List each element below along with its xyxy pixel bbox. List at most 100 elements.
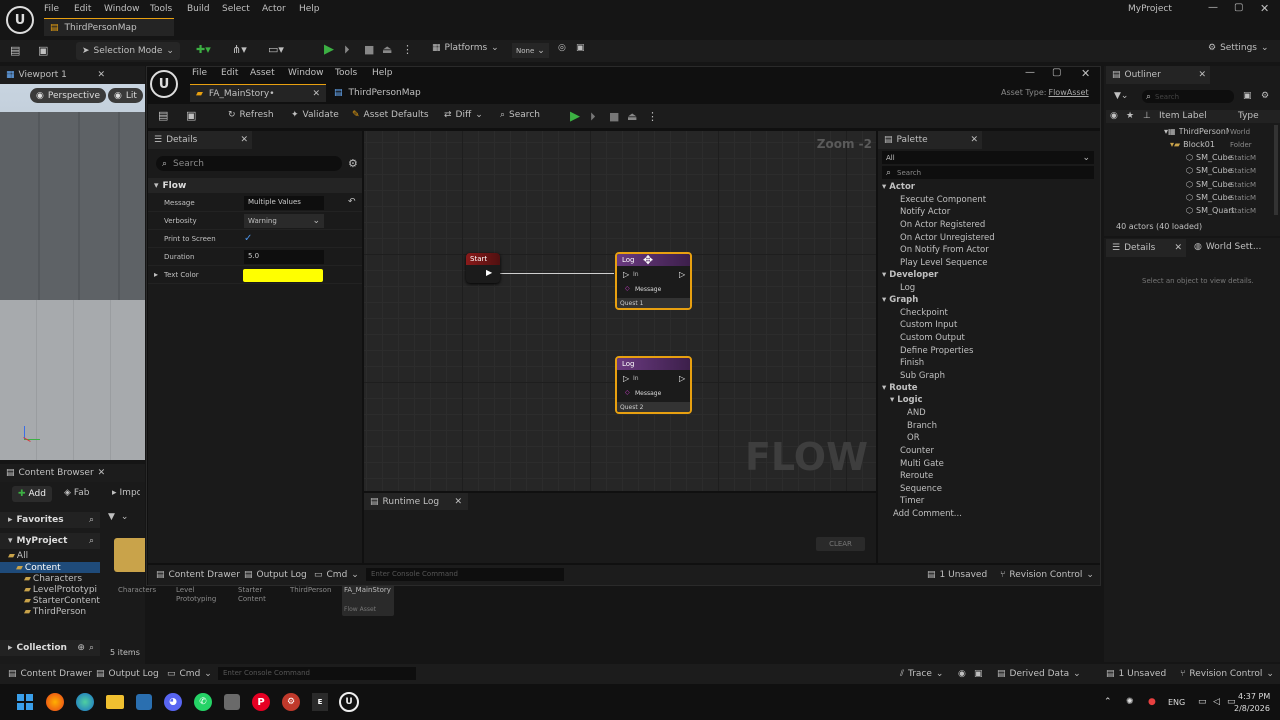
flow-menu-tools[interactable]: Tools [335, 68, 357, 78]
duration-field[interactable]: 5.0 [244, 250, 324, 264]
log-node-1[interactable]: Log ▷ In ▷ ◇ Message Quest 1 [615, 252, 692, 310]
palette-group-developer[interactable]: ▾ Developer [882, 270, 938, 280]
outliner-row[interactable]: ▾▦ ThirdPersonM World [1164, 127, 1272, 136]
graph-canvas[interactable]: Zoom -2 FLOW Start ▶ Log ▷ In ▷ ◇ Messag… [364, 131, 876, 491]
none-dropdown[interactable]: None ⌄ [512, 43, 549, 58]
asset-characters[interactable]: Characters [118, 586, 156, 594]
browse-icon[interactable]: ▣ [38, 44, 48, 57]
flow-output-log-button[interactable]: ▤ Output Log [244, 570, 307, 580]
display-icon[interactable]: ▭ [1198, 697, 1207, 707]
source-control-icon[interactable]: ◎ [558, 43, 566, 53]
exec-out-pin-icon[interactable]: ▷ [679, 270, 685, 279]
app-icon[interactable] [136, 694, 152, 710]
outliner-row[interactable]: ⬡ SM_Quart StaticM [1186, 206, 1272, 215]
edge-icon[interactable] [76, 693, 94, 711]
lit-button[interactable]: ◉ Lit [108, 88, 143, 103]
palette-filter-dropdown[interactable]: All ⌄ [882, 151, 1094, 164]
language-indicator[interactable]: ENG [1168, 698, 1185, 707]
play-icon[interactable]: ▶ [324, 42, 334, 57]
pin-icon[interactable]: ⊥ [1143, 111, 1151, 121]
palette-item[interactable]: Finish [900, 358, 924, 368]
close-icon[interactable]: ✕ [970, 135, 978, 145]
palette-item[interactable]: OR [907, 433, 920, 443]
favorite-icon[interactable]: ★ [1126, 111, 1134, 121]
palette-item[interactable]: Play Level Sequence [900, 258, 988, 268]
outliner-search-input[interactable]: ⌕ Search [1142, 90, 1234, 103]
settings-app-icon[interactable]: ⚙ [282, 693, 300, 711]
asset-type-value[interactable]: FlowAsset [1048, 88, 1088, 97]
flow-console-input[interactable]: Enter Console Command [366, 568, 564, 581]
close-icon[interactable]: ✕ [1260, 2, 1269, 15]
palette-search-input[interactable]: ⌕ Search [882, 166, 1094, 179]
collection-header[interactable]: ▸ Collection ⊕ ⌕ [0, 640, 100, 656]
console-input[interactable]: Enter Console Command [218, 667, 416, 680]
palette-item[interactable]: Counter [900, 446, 934, 456]
tree-item-characters[interactable]: ▰ Characters [24, 574, 82, 584]
unreal-logo-icon[interactable]: U [6, 6, 34, 34]
menu-help[interactable]: Help [299, 4, 320, 14]
palette-group-graph[interactable]: ▾ Graph [882, 295, 918, 305]
palette-item[interactable]: AND [907, 408, 926, 418]
derived-data-button[interactable]: ▤ Derived Data ⌄ [997, 669, 1081, 679]
add-actor-icon[interactable]: ✚▾ [196, 43, 211, 56]
unreal-logo-icon[interactable]: U [150, 70, 178, 98]
palette-tab[interactable]: ▤ Palette ✕ [878, 131, 982, 149]
runtime-log-tab[interactable]: ▤ Runtime Log ✕ [364, 493, 468, 510]
flow-menu-asset[interactable]: Asset [250, 68, 275, 78]
flow-content-drawer-button[interactable]: ▤ Content Drawer [156, 570, 240, 580]
microphone-icon[interactable]: ● [1148, 697, 1156, 707]
close-icon[interactable]: ✕ [454, 497, 462, 507]
exec-out-pin-icon[interactable]: ▶ [486, 268, 492, 277]
unreal-taskbar-icon[interactable]: U [339, 692, 359, 712]
verbosity-dropdown[interactable]: Warning ⌄ [244, 214, 324, 228]
palette-group-actor[interactable]: ▾ Actor [882, 182, 915, 192]
palette-item[interactable]: On Notify From Actor [900, 245, 989, 255]
outliner-row[interactable]: ▾▰ Block01 Folder [1170, 140, 1272, 149]
asset-level-prototyping[interactable]: Level Prototyping [176, 586, 216, 604]
tree-item-levelprototyping[interactable]: ▰ LevelPrototypi [24, 585, 100, 595]
save-icon[interactable]: ▤ [158, 109, 168, 122]
col-type[interactable]: Type [1238, 111, 1259, 121]
palette-item[interactable]: Custom Output [900, 333, 965, 343]
add-button[interactable]: ✚ Add [12, 486, 52, 502]
cinematics-icon[interactable]: ▭▾ [268, 43, 284, 56]
tab-thirdpersonmap[interactable]: ▤ ThirdPersonMap [334, 86, 421, 100]
discord-icon[interactable]: ◕ [164, 693, 182, 711]
search-button[interactable]: ⌕ Search [500, 110, 540, 120]
menu-edit[interactable]: Edit [74, 4, 91, 14]
record-icon[interactable]: ◉ [958, 669, 966, 679]
maximize-icon[interactable]: ▢ [1234, 2, 1243, 13]
more-options-icon[interactable]: ⋮ [647, 110, 658, 123]
palette-item[interactable]: Notify Actor [900, 207, 950, 217]
exec-in-pin-icon[interactable]: ▷ [623, 374, 629, 383]
selection-mode-dropdown[interactable]: ➤ Selection Mode ⌄ [76, 42, 180, 60]
trace-button[interactable]: ⫽ Trace ⌄ [900, 669, 943, 679]
tree-item-content[interactable]: ▰ Content [0, 562, 100, 573]
search-icon[interactable]: ⌕ [89, 643, 94, 653]
visibility-icon[interactable]: ◉ [1110, 111, 1118, 121]
close-icon[interactable]: ✕ [97, 70, 105, 80]
details-tab[interactable]: ☰ Details ✕ [148, 131, 252, 149]
message-field[interactable]: Multiple Values [244, 196, 324, 210]
gear-icon[interactable]: ⚙ [348, 157, 358, 170]
menu-build[interactable]: Build [187, 4, 210, 14]
world-settings-tab[interactable]: ◍ World Sett... [1194, 242, 1261, 252]
folder-thumbnail[interactable] [114, 538, 145, 572]
palette-item[interactable]: On Actor Registered [900, 220, 985, 230]
close-icon[interactable]: ✕ [98, 468, 106, 478]
outliner-scrollbar[interactable] [1274, 125, 1278, 215]
save-icon[interactable]: ▤ [10, 44, 20, 57]
browse-icon[interactable]: ▣ [186, 109, 196, 122]
stop-icon[interactable]: ■ [609, 110, 619, 123]
message-pin-icon[interactable]: ◇ [625, 285, 630, 292]
flow-cmd-dropdown[interactable]: ▭ Cmd ⌄ [314, 570, 359, 580]
platforms-dropdown[interactable]: ▦ Platforms ⌄ [432, 43, 499, 53]
palette-item[interactable]: Reroute [900, 471, 933, 481]
flow-menu-file[interactable]: File [192, 68, 207, 78]
palette-add-comment[interactable]: Add Comment... [893, 509, 962, 519]
search-icon[interactable]: ⌕ [89, 515, 94, 525]
menu-file[interactable]: File [44, 4, 59, 14]
favorites-header[interactable]: ▸ Favorites ⌕ [0, 512, 100, 528]
content-browser-tab[interactable]: ▤ Content Browser ✕ [0, 464, 145, 482]
add-folder-icon[interactable]: ▣ [1243, 91, 1252, 101]
